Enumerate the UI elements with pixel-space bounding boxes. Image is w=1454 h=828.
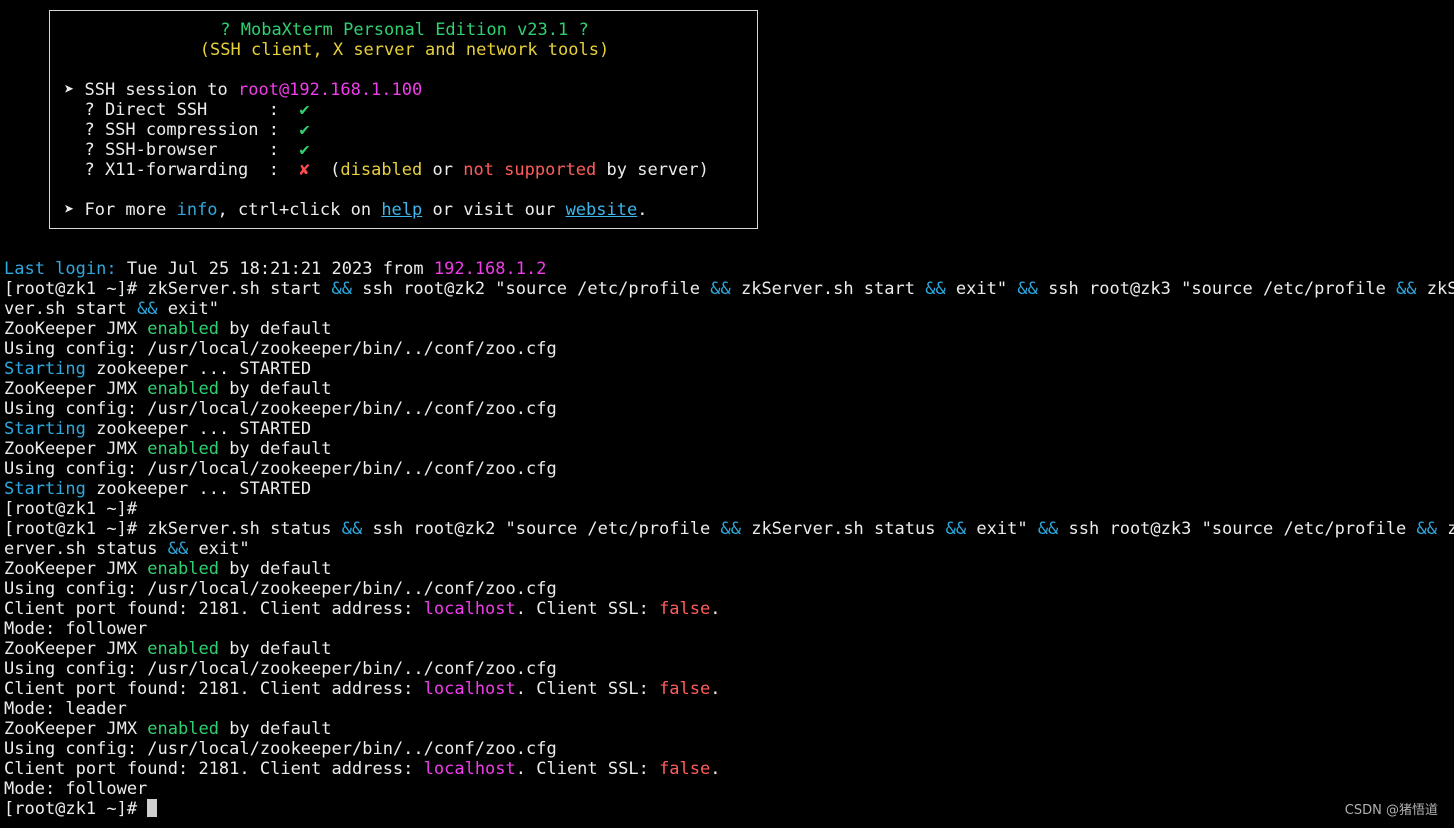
banner-subtitle: (SSH client, X server and network tools): [199, 40, 610, 60]
output-line: Using config: /usr/local/zookeeper/bin/.…: [4, 339, 557, 359]
command-line-wrap: erver.sh status && exit": [4, 539, 250, 559]
active-prompt-line[interactable]: [root@zk1 ~]#: [4, 799, 158, 819]
output-line: ZooKeeper JMX enabled by default: [4, 719, 332, 739]
output-line: Starting zookeeper ... STARTED: [4, 479, 312, 499]
feature-x11-forwarding: ? X11-forwarding : ✘ (disabled or not su…: [64, 160, 709, 180]
output-line: Using config: /usr/local/zookeeper/bin/.…: [4, 579, 557, 599]
help-link[interactable]: help: [381, 200, 422, 220]
banner-title: ? MobaXterm Personal Edition v23.1 ?: [220, 20, 589, 40]
output-line: ZooKeeper JMX enabled by default: [4, 639, 332, 659]
output-line: Using config: /usr/local/zookeeper/bin/.…: [4, 739, 557, 759]
ssh-session-target: root@192.168.1.100: [238, 80, 423, 100]
feature-ssh-compression: ? SSH compression : ✔: [64, 120, 310, 140]
output-line: Starting zookeeper ... STARTED: [4, 419, 312, 439]
info-text: info: [176, 200, 218, 220]
prompt: [root@zk1 ~]#: [4, 499, 148, 519]
output-line: ZooKeeper JMX enabled by default: [4, 439, 332, 459]
website-link[interactable]: website: [566, 200, 638, 220]
check-icon: ✔: [299, 100, 310, 120]
mobaxterm-banner: ? MobaXterm Personal Edition v23.1 ? (SS…: [49, 10, 758, 229]
prompt: [root@zk1 ~]#: [4, 519, 148, 539]
prompt: [root@zk1 ~]#: [4, 799, 148, 819]
prompt: [root@zk1 ~]#: [4, 279, 148, 299]
output-line: Using config: /usr/local/zookeeper/bin/.…: [4, 399, 557, 419]
output-line: ZooKeeper JMX enabled by default: [4, 559, 332, 579]
ssh-session-line: ➤ SSH session to root@192.168.1.100: [64, 80, 423, 100]
more-info-line: ➤ For more info, ctrl+click on help or v…: [64, 200, 648, 220]
prompt-line: [root@zk1 ~]#: [4, 499, 147, 519]
feature-ssh-browser: ? SSH-browser : ✔: [64, 140, 310, 160]
output-line: Using config: /usr/local/zookeeper/bin/.…: [4, 659, 557, 679]
output-line: Starting zookeeper ... STARTED: [4, 359, 312, 379]
check-icon: ✔: [299, 120, 310, 140]
output-line: Client port found: 2181. Client address:…: [4, 599, 721, 619]
command-line: [root@zk1 ~]# zkServer.sh start && ssh r…: [4, 279, 1454, 299]
last-login-line: Last login: Tue Jul 25 18:21:21 2023 fro…: [4, 259, 547, 279]
terminal-window[interactable]: ? MobaXterm Personal Edition v23.1 ? (SS…: [0, 0, 1454, 828]
cross-icon: ✘: [299, 160, 310, 180]
feature-direct-ssh: ? Direct SSH : ✔: [64, 100, 310, 120]
check-icon: ✔: [299, 140, 310, 160]
output-line: Client port found: 2181. Client address:…: [4, 679, 721, 699]
output-line: Client port found: 2181. Client address:…: [4, 759, 721, 779]
mode-line: Mode: follower: [4, 619, 148, 639]
mode-line: Mode: follower: [4, 779, 148, 799]
mode-line: Mode: leader: [4, 699, 127, 719]
output-line: Using config: /usr/local/zookeeper/bin/.…: [4, 459, 557, 479]
cursor-icon[interactable]: [147, 799, 158, 817]
output-line: ZooKeeper JMX enabled by default: [4, 319, 332, 339]
output-line: ZooKeeper JMX enabled by default: [4, 379, 332, 399]
command-line-wrap: ver.sh start && exit": [4, 299, 219, 319]
command-line: [root@zk1 ~]# zkServer.sh status && ssh …: [4, 519, 1454, 539]
watermark: CSDN @猪悟道: [1344, 803, 1438, 818]
